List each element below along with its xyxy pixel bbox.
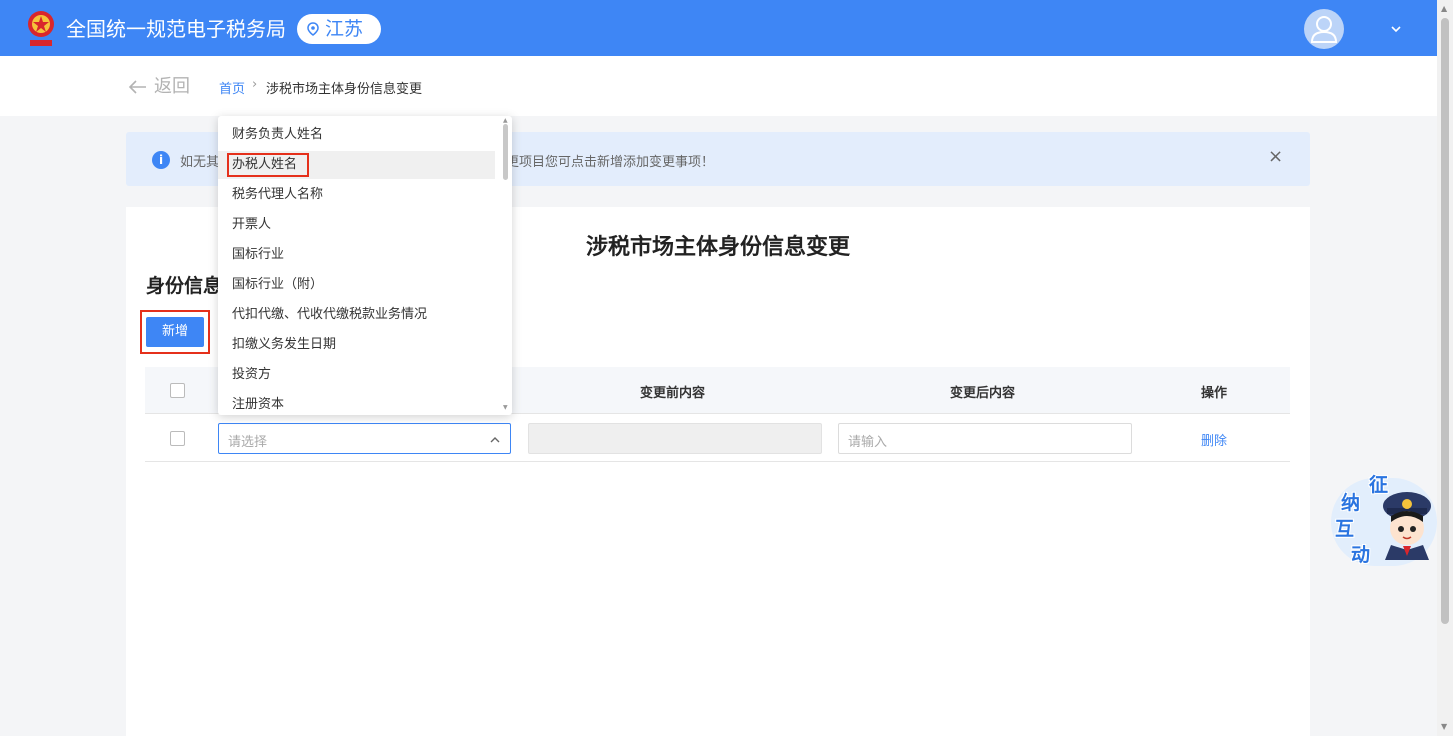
dropdown-scrollbar[interactable] xyxy=(503,124,508,180)
close-icon[interactable]: × xyxy=(1268,147,1283,167)
scroll-up-icon[interactable]: ▲ xyxy=(503,117,508,124)
highlight-box-option xyxy=(227,153,309,177)
after-content-input[interactable]: 请输入 xyxy=(838,423,1132,454)
before-content-field xyxy=(528,423,822,454)
breadcrumb-separator: › xyxy=(252,77,258,92)
change-item-dropdown: 财务负责人姓名 办税人姓名 税务代理人名称 开票人 国标行业 国标行业（附） 代… xyxy=(218,116,512,415)
arrow-left-icon xyxy=(128,80,146,94)
mascot-character-icon xyxy=(1383,492,1431,560)
back-button[interactable]: 返回 xyxy=(128,76,190,98)
chevron-down-icon[interactable] xyxy=(1389,22,1403,36)
section-title: 身份信息 xyxy=(146,275,223,297)
delete-link[interactable]: 删除 xyxy=(1201,430,1227,449)
back-label: 返回 xyxy=(154,76,190,97)
user-avatar[interactable] xyxy=(1304,9,1344,49)
header-before-content: 变更前内容 xyxy=(640,386,706,401)
location-pin-icon xyxy=(307,22,319,36)
scrollbar-thumb[interactable] xyxy=(1441,18,1449,624)
add-button[interactable]: 新增 xyxy=(146,317,204,347)
breadcrumb-current: 涉税市场主体身份信息变更 xyxy=(266,82,423,97)
dropdown-option[interactable]: 投资方 xyxy=(218,361,495,389)
interaction-mascot[interactable]: 征 纳 互 动 xyxy=(1331,470,1437,570)
header-after-content: 变更后内容 xyxy=(950,386,1016,401)
row-checkbox[interactable] xyxy=(170,431,185,446)
region-selector[interactable]: 江苏 xyxy=(297,14,381,44)
change-item-select[interactable]: 请选择 xyxy=(218,423,511,454)
mascot-char: 互 xyxy=(1335,518,1355,540)
dropdown-option[interactable]: 税务代理人名称 xyxy=(218,181,495,209)
scroll-down-icon[interactable]: ▼ xyxy=(503,404,508,411)
region-label: 江苏 xyxy=(325,18,364,40)
dropdown-option[interactable]: 开票人 xyxy=(218,211,495,239)
site-title[interactable]: 全国统一规范电子税务局 xyxy=(66,15,286,43)
select-placeholder: 请选择 xyxy=(228,435,268,450)
dropdown-option[interactable]: 扣缴义务发生日期 xyxy=(218,331,495,359)
alert-text-right: 更项目您可点击新增添加变更事项！ xyxy=(506,155,715,170)
breadcrumb-home[interactable]: 首页 xyxy=(219,78,245,97)
scroll-down-icon[interactable]: ▼ xyxy=(1441,722,1447,731)
scroll-up-icon[interactable]: ▲ xyxy=(1441,4,1447,13)
after-content-placeholder: 请输入 xyxy=(848,435,888,450)
dropdown-option[interactable]: 注册资本 xyxy=(218,391,495,415)
header-actions: 操作 xyxy=(1201,386,1228,401)
tax-emblem-icon xyxy=(24,8,58,48)
table-row: 请选择 请输入 删除 xyxy=(145,414,1290,462)
info-icon: i xyxy=(152,151,170,169)
user-icon xyxy=(1310,16,1338,43)
alert-text-left: 如无其 xyxy=(180,155,220,170)
chevron-up-icon xyxy=(490,437,500,443)
mascot-char: 动 xyxy=(1351,544,1371,566)
dropdown-option[interactable]: 代扣代缴、代收代缴税款业务情况 xyxy=(218,301,495,329)
page-scrollbar[interactable]: ▲ ▼ xyxy=(1437,0,1453,736)
breadcrumb-bar: 返回 首页 › 涉税市场主体身份信息变更 xyxy=(0,56,1437,116)
dropdown-option[interactable]: 国标行业（附） xyxy=(218,271,495,299)
select-all-checkbox[interactable] xyxy=(170,383,185,398)
dropdown-option[interactable]: 财务负责人姓名 xyxy=(218,121,495,149)
top-bar: 全国统一规范电子税务局 江苏 xyxy=(0,0,1437,56)
mascot-char: 纳 xyxy=(1341,492,1361,514)
dropdown-option[interactable]: 国标行业 xyxy=(218,241,495,269)
